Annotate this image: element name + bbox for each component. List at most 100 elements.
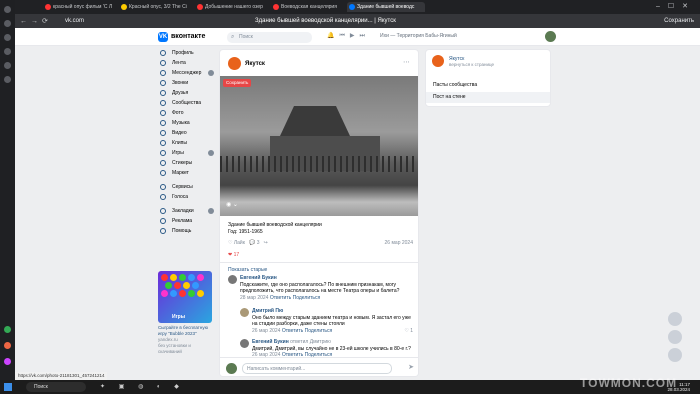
player-track[interactable]: Ихи — Территория Бабы-Ягиный: [380, 33, 457, 39]
more-icon[interactable]: ⋯: [403, 58, 410, 66]
comment: Евгений Букин ответил Дмитрию Дмитрий, Д…: [240, 339, 413, 359]
url-field[interactable]: vk.com: [65, 16, 84, 26]
browser-tab[interactable]: Добышение нашего озер: [195, 2, 267, 12]
nav-item[interactable]: Игры: [158, 148, 218, 158]
ad-image[interactable]: Игры: [158, 271, 212, 323]
taskbar-apps[interactable]: ✦ ▣ ◍ ◐ ◆: [100, 383, 185, 390]
vk-logo-icon[interactable]: VK: [158, 32, 168, 42]
chat-avatar[interactable]: [668, 330, 682, 344]
sidebar-icon[interactable]: [4, 48, 11, 55]
nav-icon: [160, 140, 166, 146]
nav-icon: [160, 60, 166, 66]
comment-icon[interactable]: 💬: [249, 240, 257, 246]
nav-item[interactable]: Маркет: [158, 168, 218, 178]
share-button[interactable]: Поделиться: [305, 328, 333, 334]
browser-tab-active[interactable]: Здание бывшей воеводс: [347, 2, 425, 12]
sidebar-icon[interactable]: [4, 326, 11, 333]
sidebar-icon[interactable]: [4, 34, 11, 41]
save-photo-button[interactable]: Сохранить: [223, 79, 252, 87]
ad-title[interactable]: Сыграйте в бесплатную игру "Bubble 2023": [158, 325, 212, 337]
send-icon[interactable]: ➤: [408, 363, 414, 371]
post-author-name[interactable]: Якутск: [245, 61, 265, 67]
nav-item[interactable]: Помощь: [158, 226, 218, 236]
vk-logo-text[interactable]: вконтакте: [171, 33, 205, 40]
ad-block[interactable]: Игры Сыграйте в бесплатную игру "Bubble …: [158, 271, 212, 355]
nav-icon: [160, 100, 166, 106]
chat-avatar[interactable]: [668, 312, 682, 326]
browser-tab[interactable]: Воеводская канцелярия: [271, 2, 343, 12]
sidebar-icon[interactable]: [4, 358, 11, 365]
sidebar-icon[interactable]: [4, 20, 11, 27]
nav-item[interactable]: Закладки: [158, 206, 218, 216]
sidebar-icon[interactable]: [4, 62, 11, 69]
browser-tab[interactable]: Красный опус, 3/2 The Ci: [119, 2, 191, 12]
community-back-link[interactable]: вернуться к странице: [449, 62, 494, 67]
nav-item[interactable]: Музыка: [158, 118, 218, 128]
nav-item[interactable]: Клипы: [158, 138, 218, 148]
likes-summary[interactable]: ❤ 17: [228, 252, 239, 258]
windows-start-icon[interactable]: [4, 383, 12, 391]
nav-item[interactable]: Реклама: [158, 216, 218, 226]
post-author-avatar[interactable]: [228, 57, 241, 70]
show-previous-comments[interactable]: Показать старые: [228, 267, 267, 273]
share-icon[interactable]: ↪: [264, 240, 268, 246]
nav-item[interactable]: Стикеры: [158, 158, 218, 168]
community-avatar[interactable]: [432, 55, 444, 67]
search-placeholder: Поиск: [239, 34, 253, 40]
nav-item[interactable]: Сообщества: [158, 98, 218, 108]
nav-item[interactable]: Мессенджер: [158, 68, 218, 78]
nav-icon: [160, 90, 166, 96]
reply-button[interactable]: Ответить: [282, 328, 303, 334]
header-icons[interactable]: 🔔⏮▶⏭: [327, 32, 370, 40]
nav-item-label: Реклама: [172, 218, 193, 224]
tab-favicon-icon: [197, 4, 203, 10]
chat-avatar[interactable]: [668, 348, 682, 362]
reply-button[interactable]: Ответить: [270, 295, 291, 301]
browser-sidebar: [0, 0, 15, 380]
tab-label: Здание бывшей воеводс: [357, 4, 415, 10]
comment-input[interactable]: Написать комментарий...: [242, 363, 392, 374]
tab-favicon-icon: [273, 4, 279, 10]
nav-buttons[interactable]: ←→⟳: [20, 17, 52, 25]
comment-avatar[interactable]: [240, 339, 249, 348]
watermark: TOWMON.COM: [580, 376, 678, 390]
nav-icon: [160, 228, 166, 234]
tab-label: Воеводская канцелярия: [281, 4, 337, 10]
nav-item[interactable]: Друзья: [158, 88, 218, 98]
avatar[interactable]: [545, 31, 556, 42]
photo-tools-icon[interactable]: ◉ ⌄: [226, 201, 238, 208]
taskbar-search[interactable]: Поиск: [26, 382, 86, 392]
comment-meta: 28 мар 2024 Ответить Поделиться: [240, 295, 413, 302]
nav-icon: [160, 70, 166, 76]
sidebar-icon[interactable]: [4, 6, 11, 13]
comment-avatar[interactable]: [228, 275, 237, 284]
nav-item[interactable]: Профиль: [158, 48, 218, 58]
tab-label: Добышение нашего озер: [205, 4, 263, 10]
tab-favicon-icon: [349, 4, 355, 10]
photo-fence: [220, 156, 418, 172]
wall-post-link[interactable]: Пост на стене: [426, 92, 550, 103]
save-page-button[interactable]: Сохранить: [664, 16, 694, 26]
comment-count[interactable]: 3: [257, 240, 260, 246]
comment-author[interactable]: Евгений Букин: [252, 339, 289, 345]
share-button[interactable]: Поделиться: [293, 295, 321, 301]
nav-item[interactable]: Фото: [158, 108, 218, 118]
nav-badge: [208, 70, 214, 76]
browser-tab[interactable]: красный опус фильм 'С Л: [43, 2, 115, 12]
sidebar-icon[interactable]: [4, 76, 11, 83]
search-input[interactable]: ⌕ Поиск: [227, 32, 312, 43]
like-button[interactable]: Лайк: [234, 240, 245, 246]
comment-avatar[interactable]: [240, 308, 249, 317]
nav-item[interactable]: Видео: [158, 128, 218, 138]
comment-likes[interactable]: 1: [410, 328, 413, 334]
nav-item[interactable]: Сервисы: [158, 182, 218, 192]
nav-item[interactable]: Звонки: [158, 78, 218, 88]
post-photo[interactable]: Сохранить: [220, 76, 418, 216]
nav-item[interactable]: Лента: [158, 58, 218, 68]
window-controls[interactable]: –☐✕: [656, 2, 696, 10]
caption-line: Год: 1951-1965: [228, 229, 263, 235]
sidebar-icon[interactable]: [4, 342, 11, 349]
caption-line: Здание бывшей воеводской канцелярии: [228, 222, 322, 228]
nav-item[interactable]: Голоса: [158, 192, 218, 202]
community-posts-link[interactable]: Пасты сообщества: [426, 80, 550, 91]
